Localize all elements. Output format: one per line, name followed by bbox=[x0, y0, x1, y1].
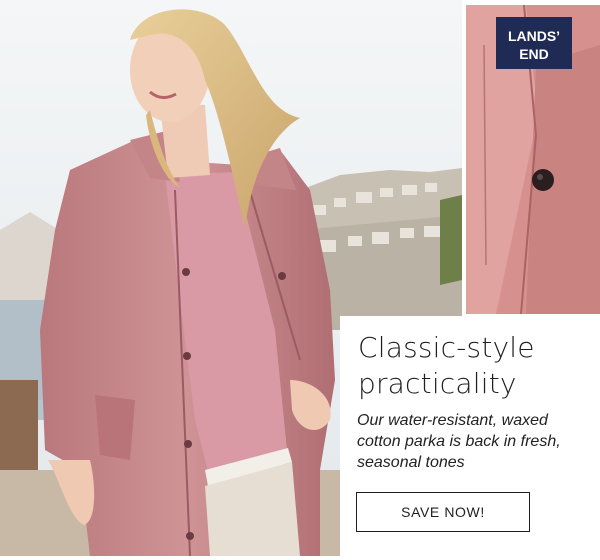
brand-logo-line2: END bbox=[519, 46, 549, 62]
promo-body: Our water-resistant, waxed cotton parka … bbox=[357, 412, 561, 471]
brand-logo-line1: LANDS’ bbox=[508, 28, 560, 44]
detail-photo-illustration: LANDS’ END bbox=[466, 5, 600, 314]
save-now-button[interactable]: SAVE NOW! bbox=[356, 492, 530, 532]
detail-photo: LANDS’ END bbox=[466, 5, 600, 314]
coat-button bbox=[532, 169, 554, 191]
promo-headline: Classic-style practicality bbox=[358, 331, 535, 400]
promo-card: Classic-style practicality Our water-res… bbox=[340, 316, 600, 560]
